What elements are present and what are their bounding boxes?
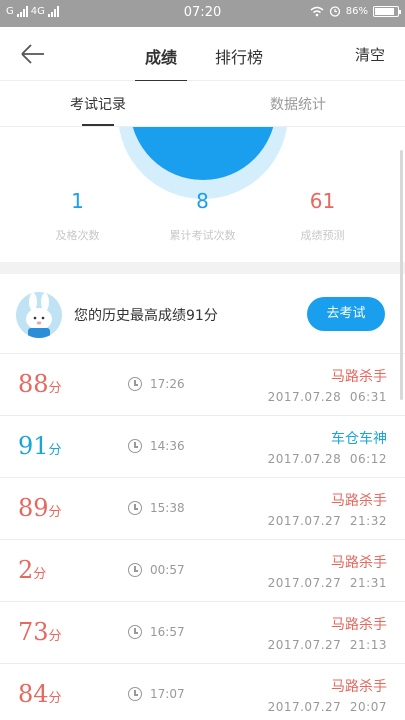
- record-duration: 14:36: [150, 439, 185, 453]
- stat-pass-count: 1 及格次数: [10, 189, 145, 243]
- record-level: 马路杀手: [331, 493, 387, 509]
- record-level: 马路杀手: [331, 679, 387, 695]
- stat-label: 累计考试次数: [169, 229, 236, 242]
- bunny-avatar-icon: [26, 293, 52, 338]
- stat-score-prediction: 61 成绩预测: [255, 189, 390, 243]
- score-unit: 分: [48, 505, 62, 520]
- alarm-icon: [329, 6, 340, 17]
- record-row[interactable]: 89分 15:38 马路杀手 2017.07.27 21:32: [0, 478, 405, 540]
- record-date: 2017.07.27 21:32: [267, 514, 387, 528]
- best-score-text: 您的历史最高成绩91分: [74, 308, 218, 324]
- stat-value: 1: [71, 189, 84, 213]
- battery-percent: 86%: [345, 5, 368, 17]
- clock-icon: [128, 439, 142, 453]
- section-divider: [0, 262, 405, 274]
- scrollbar[interactable]: [400, 150, 403, 400]
- record-date: 2017.07.27 21:13: [267, 638, 387, 652]
- record-score: 73分: [18, 618, 62, 646]
- record-row[interactable]: 2分 00:57 马路杀手 2017.07.27 21:31: [0, 540, 405, 602]
- record-score: 2分: [18, 556, 46, 584]
- clear-button[interactable]: 清空: [355, 44, 385, 65]
- score-unit: 分: [48, 691, 62, 706]
- score-unit: 分: [48, 629, 62, 644]
- record-duration: 15:38: [150, 501, 185, 515]
- clock-icon: [128, 501, 142, 515]
- record-duration: 17:07: [150, 687, 185, 701]
- record-level: 马路杀手: [331, 369, 387, 385]
- record-score: 89分: [18, 494, 62, 522]
- tab-scores[interactable]: 成绩: [134, 44, 188, 82]
- stat-label: 成绩预测: [300, 229, 345, 242]
- score-value: 88: [18, 370, 49, 398]
- record-duration: 16:57: [150, 625, 185, 639]
- status-bar: G 4G 07:20 86%: [0, 0, 405, 27]
- stat-value: 61: [309, 189, 336, 213]
- records-list: 88分 17:26 马路杀手 2017.07.28 06:31 91分 14:36 车仓车神…: [0, 354, 405, 720]
- record-score: 91分: [18, 432, 62, 460]
- nav-bar: 成绩 排行榜 清空: [0, 27, 405, 82]
- stat-total-exams: 8 累计考试次数: [135, 189, 270, 243]
- record-score: 84分: [18, 680, 62, 708]
- score-unit: 分: [33, 567, 47, 582]
- record-row[interactable]: 88分 17:26 马路杀手 2017.07.28 06:31: [0, 354, 405, 416]
- score-value: 2: [18, 556, 34, 584]
- record-row[interactable]: 84分 17:07 马路杀手 2017.07.27 20:07: [0, 664, 405, 720]
- best-score-banner: 您的历史最高成绩91分 去考试: [0, 274, 405, 354]
- clock-icon: [128, 563, 142, 577]
- tab-ranking[interactable]: 排行榜: [215, 44, 263, 68]
- score-value: 73: [18, 618, 49, 646]
- clock-icon: [128, 625, 142, 639]
- tab-data-stats[interactable]: 数据统计: [270, 94, 326, 114]
- battery-icon: [373, 5, 401, 17]
- score-value: 84: [18, 680, 49, 708]
- go-exam-button[interactable]: 去考试: [307, 297, 385, 331]
- record-row[interactable]: 91分 14:36 车仓车神 2017.07.28 06:12: [0, 416, 405, 478]
- record-row[interactable]: 73分 16:57 马路杀手 2017.07.27 21:13: [0, 602, 405, 664]
- clock-icon: [128, 377, 142, 391]
- stat-label: 及格次数: [55, 229, 100, 242]
- tab-exam-records[interactable]: 考试记录: [70, 94, 126, 126]
- status-right: 86%: [310, 5, 401, 17]
- record-date: 2017.07.27 20:07: [267, 700, 387, 714]
- stat-value: 8: [196, 189, 209, 213]
- clock-icon: [128, 687, 142, 701]
- record-date: 2017.07.28 06:12: [267, 452, 387, 466]
- wifi-icon: [310, 6, 324, 16]
- arrow-left-icon[interactable]: [18, 40, 48, 68]
- record-score: 88分: [18, 370, 62, 398]
- score-unit: 分: [48, 443, 62, 458]
- sub-tabs: 考试记录 数据统计: [0, 81, 405, 127]
- record-duration: 00:57: [150, 563, 185, 577]
- record-date: 2017.07.28 06:31: [267, 390, 387, 404]
- score-value: 91: [18, 432, 49, 460]
- record-level: 马路杀手: [331, 617, 387, 633]
- stats-section: 1 及格次数 8 累计考试次数 61 成绩预测: [0, 127, 405, 262]
- score-unit: 分: [48, 381, 62, 396]
- record-date: 2017.07.27 21:31: [267, 576, 387, 590]
- score-value: 89: [18, 494, 49, 522]
- avatar: [16, 292, 62, 338]
- record-duration: 17:26: [150, 377, 185, 391]
- record-level: 马路杀手: [331, 555, 387, 571]
- record-level: 车仓车神: [331, 431, 387, 447]
